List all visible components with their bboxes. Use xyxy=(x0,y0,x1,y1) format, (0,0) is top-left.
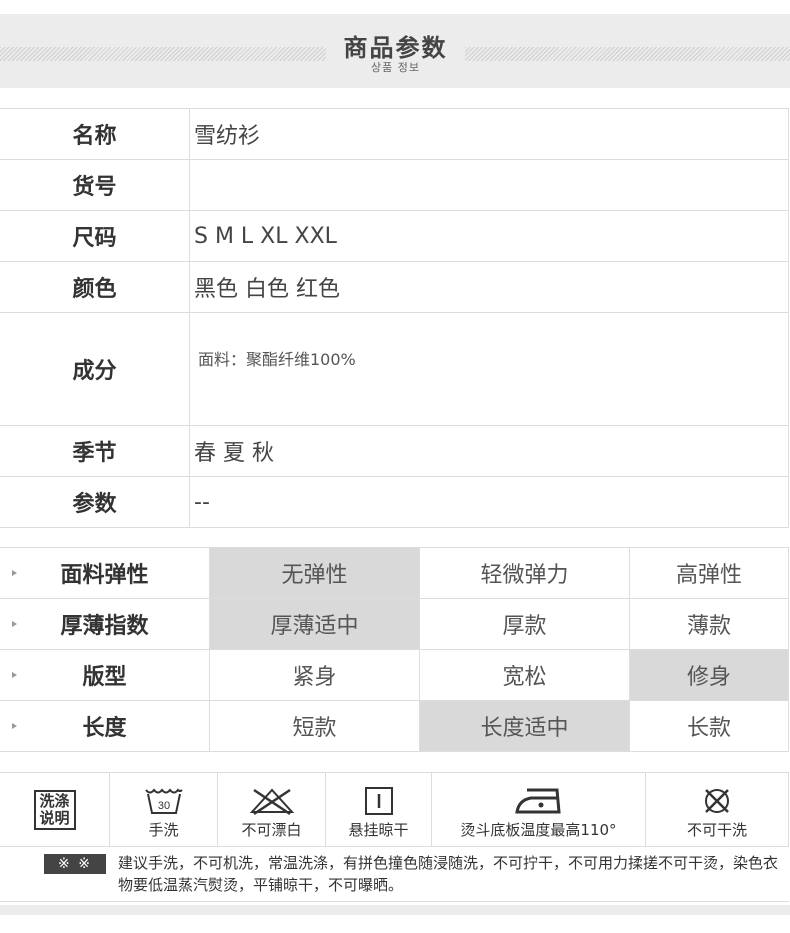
attr-option: 宽松 xyxy=(419,650,629,700)
attr-option: 修身 xyxy=(629,650,789,700)
param-value: -- xyxy=(189,477,789,527)
attr-option: 短款 xyxy=(209,701,419,751)
care-item-no-dry-clean: 不可干洗 xyxy=(646,773,789,846)
care-label: 不可漂白 xyxy=(241,821,302,839)
attr-row-fit: 版型 紧身 宽松 修身 xyxy=(0,650,789,701)
attr-option: 轻微弹力 xyxy=(419,548,629,598)
attr-row-elasticity: 面料弹性 无弹性 轻微弹力 高弹性 xyxy=(0,548,789,599)
triangle-bullet-icon xyxy=(12,621,17,627)
attr-label: 版型 xyxy=(0,650,209,700)
care-item-iron: 烫斗底板温度最高110° xyxy=(432,773,646,846)
hang-dry-icon xyxy=(364,787,393,815)
param-row-name: 名称 雪纺衫 xyxy=(0,109,789,160)
param-label: 颜色 xyxy=(72,277,117,302)
attr-option: 高弹性 xyxy=(629,548,789,598)
attr-option: 长度适中 xyxy=(419,701,629,751)
param-label: 尺码 xyxy=(72,226,117,251)
param-value: 面料：聚酯纤维100% xyxy=(189,313,789,425)
care-label: 不可干洗 xyxy=(686,821,747,839)
param-value: 春 夏 秋 xyxy=(189,426,789,476)
param-label: 季节 xyxy=(72,441,117,466)
param-row-size: 尺码 S M L XL XXL xyxy=(0,211,789,262)
attr-option: 无弹性 xyxy=(209,548,419,598)
attr-row-thickness: 厚薄指数 厚薄适中 厚款 薄款 xyxy=(0,599,789,650)
attr-option: 紧身 xyxy=(209,650,419,700)
attr-label-text: 版型 xyxy=(82,665,127,690)
attr-label: 面料弹性 xyxy=(0,548,209,598)
param-row-sku: 货号 xyxy=(0,160,789,211)
footer-bar xyxy=(0,905,790,915)
note-text: 建议手洗，不可机洗，常温洗涤，有拼色撞色随浸随洗，不可拧干，不可用力揉搓不可干烫… xyxy=(118,854,779,894)
care-badge-text: 洗涤说明 xyxy=(39,791,70,827)
care-badge-cell: 洗涤说明 xyxy=(0,773,110,846)
attr-row-length: 长度 短款 长度适中 长款 xyxy=(0,701,789,752)
param-label: 名称 xyxy=(72,124,117,149)
attr-label-text: 厚薄指数 xyxy=(60,614,149,639)
attr-label-text: 长度 xyxy=(82,716,127,741)
param-value: 黑色 白色 红色 xyxy=(189,262,789,312)
param-value: S M L XL XXL xyxy=(189,211,789,261)
attr-label: 长度 xyxy=(0,701,209,751)
triangle-bullet-icon xyxy=(12,723,17,729)
note-mark: ※ ※ xyxy=(44,854,106,874)
param-label: 成分 xyxy=(72,359,117,384)
param-value: 雪纺衫 xyxy=(189,109,789,159)
care-item-no-bleach: 不可漂白 xyxy=(218,773,326,846)
care-badge: 洗涤说明 xyxy=(33,789,76,830)
attr-option: 长款 xyxy=(629,701,789,751)
attr-option: 薄款 xyxy=(629,599,789,649)
param-row-material: 成分 面料：聚酯纤维100% xyxy=(0,313,789,426)
attr-label: 厚薄指数 xyxy=(0,599,209,649)
hand-wash-temp-text: 30 xyxy=(157,800,169,812)
header-hatch-left xyxy=(0,47,326,61)
triangle-bullet-icon xyxy=(12,672,17,678)
param-label: 货号 xyxy=(72,175,117,200)
attribute-grid: 面料弹性 无弹性 轻微弹力 高弹性 厚薄指数 厚薄适中 厚款 薄款 版型 紧身 … xyxy=(0,547,789,752)
attr-option: 厚款 xyxy=(419,599,629,649)
iron-icon xyxy=(514,788,561,814)
no-dry-clean-icon xyxy=(705,789,729,813)
care-instructions: 洗涤说明 30 手洗 不可漂白 悬挂晾干 烫斗底板温度最高110° 不可干洗 xyxy=(0,772,789,847)
header-banner: 商品参数 상품 정보 xyxy=(0,14,790,88)
care-item-hand-wash: 30 手洗 xyxy=(110,773,218,846)
attr-option: 厚薄适中 xyxy=(209,599,419,649)
header-hatch-right xyxy=(465,47,790,61)
param-label: 参数 xyxy=(72,492,117,517)
hand-wash-30-icon: 30 xyxy=(144,788,183,814)
care-label: 手洗 xyxy=(148,821,179,839)
page-subtitle: 상품 정보 xyxy=(371,61,420,74)
attr-label-text: 面料弹性 xyxy=(60,563,149,588)
care-note: ※ ※ 建议手洗，不可机洗，常温洗涤，有拼色撞色随浸随洗，不可拧干，不可用力揉搓… xyxy=(0,848,789,902)
param-row-color: 颜色 黑色 白色 红色 xyxy=(0,262,789,313)
care-label: 烫斗底板温度最高110° xyxy=(460,821,617,839)
params-table: 名称 雪纺衫 货号 尺码 S M L XL XXL 颜色 黑色 白色 红色 成分… xyxy=(0,108,789,528)
no-bleach-icon xyxy=(249,788,294,816)
triangle-bullet-icon xyxy=(12,570,17,576)
care-item-hang-dry: 悬挂晾干 xyxy=(326,773,432,846)
param-row-season: 季节 春 夏 秋 xyxy=(0,426,789,477)
param-row-spec: 参数 -- xyxy=(0,477,789,528)
care-label: 悬挂晾干 xyxy=(348,821,409,839)
page-title: 商品参数 xyxy=(343,34,448,62)
param-value xyxy=(189,160,789,210)
